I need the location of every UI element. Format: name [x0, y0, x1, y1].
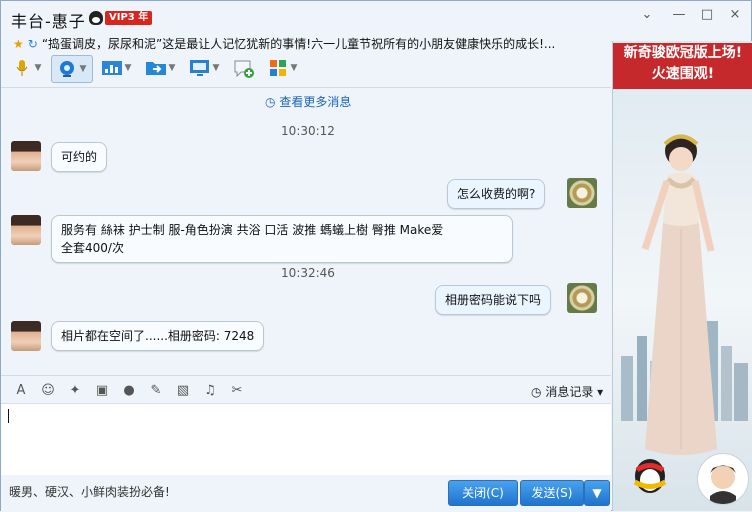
my-avatar[interactable]: [567, 178, 597, 208]
chevron-down-icon[interactable]: ⌄: [639, 7, 655, 23]
chat-toolbar: ▼ ▼ ▼ ▼ ▼ ▼: [7, 55, 303, 83]
avatar-face-graphic: [710, 465, 736, 504]
chevron-down-icon[interactable]: ▼: [78, 64, 88, 74]
incoming-message[interactable]: 可约的: [51, 142, 108, 172]
costume-model-graphic: [641, 134, 717, 455]
music-icon[interactable]: ♫: [202, 382, 218, 398]
clock-icon: ◷: [531, 385, 542, 399]
edit-icon[interactable]: ✎: [148, 382, 164, 398]
shake-icon[interactable]: ✦: [67, 382, 83, 398]
chevron-down-icon: ▾: [597, 385, 604, 399]
chat-title: 丰台-惠子: [11, 12, 86, 31]
apps-grid-icon: [267, 58, 289, 78]
image-icon[interactable]: ▧: [175, 382, 191, 398]
chevron-down-icon[interactable]: ▼: [289, 63, 299, 73]
contact-avatar[interactable]: [11, 141, 41, 171]
share-screen-button[interactable]: ▼: [185, 55, 225, 81]
microphone-icon: [11, 58, 33, 78]
minimize-icon[interactable]: —: [671, 7, 687, 23]
refresh-icon: ↻: [27, 37, 38, 51]
star-icon: ★: [13, 37, 24, 51]
qq-penguin-icon: [633, 459, 667, 493]
right-advertisement[interactable]: 新奇骏欧冠版上场! 火速围观!: [612, 41, 752, 511]
voice-message-icon[interactable]: ●: [121, 382, 137, 398]
vip-badge: VIP3 年: [105, 11, 153, 25]
close-icon[interactable]: ×: [727, 7, 743, 23]
my-avatar[interactable]: [567, 283, 597, 313]
ad-banner[interactable]: 新奇骏欧冠版上场! 火速围观!: [613, 43, 752, 89]
apps-button[interactable]: ▼: [263, 55, 303, 81]
message-timestamp: 10:32:46: [281, 266, 335, 280]
bottom-ad-link[interactable]: 暖男、硬汉、小鲜肉装扮必备!: [9, 483, 170, 500]
contact-avatar[interactable]: [11, 321, 41, 351]
webcam-icon: [56, 59, 78, 79]
contact-avatar[interactable]: [11, 215, 41, 245]
font-icon[interactable]: A: [13, 382, 29, 398]
chevron-down-icon[interactable]: ▼: [123, 63, 133, 73]
transfer-file-button[interactable]: ▼: [141, 55, 181, 81]
chart-icon: [101, 58, 123, 78]
qq-chat-window: 丰台-惠子 VIP3 年 ⌄ — □ × ★ ↻ “捣蛋调皮，尿尿和泥”这是最让人记…: [0, 0, 752, 512]
signature-line: ★ ↻ “捣蛋调皮，尿尿和泥”这是最让人记忆犹新的事情!六一儿童节祝所有的小朋友健康…: [13, 35, 613, 52]
message-history-label: 消息记录: [545, 385, 594, 399]
create-discussion-button[interactable]: [229, 55, 259, 81]
view-more-messages-text: 查看更多消息: [279, 95, 352, 109]
ad-line-1: 新奇骏欧冠版上场!: [623, 45, 743, 61]
chevron-down-icon[interactable]: ▼: [167, 63, 177, 73]
incoming-message[interactable]: 相片都在空间了......相册密码: 7248: [51, 321, 265, 351]
incoming-message[interactable]: 服务有 絲袜 护士制 服-角色扮演 共浴 口活 波推 螞蟻上樹 臀推 Make爱…: [51, 215, 513, 263]
scissors-icon[interactable]: ✂: [229, 382, 245, 398]
chevron-down-icon[interactable]: ▼: [211, 63, 221, 73]
send-button[interactable]: 发送(S): [520, 480, 584, 506]
bottom-bar: 暖男、硬汉、小鲜肉装扮必备! 关闭(C) 发送(S) ▼: [1, 475, 611, 512]
maximize-icon[interactable]: □: [699, 7, 715, 23]
message-history-button[interactable]: ◷ 消息记录 ▾: [531, 383, 603, 400]
clock-icon: ◷: [265, 95, 276, 109]
voice-call-button[interactable]: ▼: [7, 55, 47, 81]
close-button[interactable]: 关闭(C): [448, 480, 518, 506]
outgoing-message[interactable]: 相册密码能说下吗: [435, 285, 552, 315]
emoji-icon[interactable]: ☺: [40, 382, 56, 398]
view-more-messages-link[interactable]: ◷ 查看更多消息: [265, 93, 351, 110]
send-options-chevron-down-icon[interactable]: ▼: [584, 480, 610, 506]
signature-text: “捣蛋调皮，尿尿和泥”这是最让人记忆犹新的事情!六一儿童节祝所有的小朋友健康快乐…: [41, 37, 556, 51]
input-toolbar: A ☺ ✦ ▣ ● ✎ ▧ ♫ ✂ ◷ 消息记录 ▾: [1, 375, 611, 404]
qq-penguin-icon: [89, 11, 103, 25]
outgoing-message[interactable]: 怎么收费的啊?: [447, 179, 546, 209]
chat-add-icon: [233, 58, 255, 78]
user-avatar[interactable]: [697, 453, 749, 505]
monitor-icon: [189, 58, 211, 78]
title-bar[interactable]: 丰台-惠子 VIP3 年 ⌄ — □ ×: [1, 1, 751, 33]
folder-arrow-icon: [145, 58, 167, 78]
video-call-button[interactable]: ▼: [51, 55, 93, 83]
remote-assist-button[interactable]: ▼: [97, 55, 137, 81]
gif-icon[interactable]: ▣: [94, 382, 110, 398]
message-input[interactable]: [1, 403, 611, 476]
ad-line-2: 火速围观!: [651, 66, 715, 82]
chevron-down-icon[interactable]: ▼: [33, 63, 43, 73]
message-timestamp: 10:30:12: [281, 124, 335, 138]
text-cursor: [8, 409, 9, 423]
